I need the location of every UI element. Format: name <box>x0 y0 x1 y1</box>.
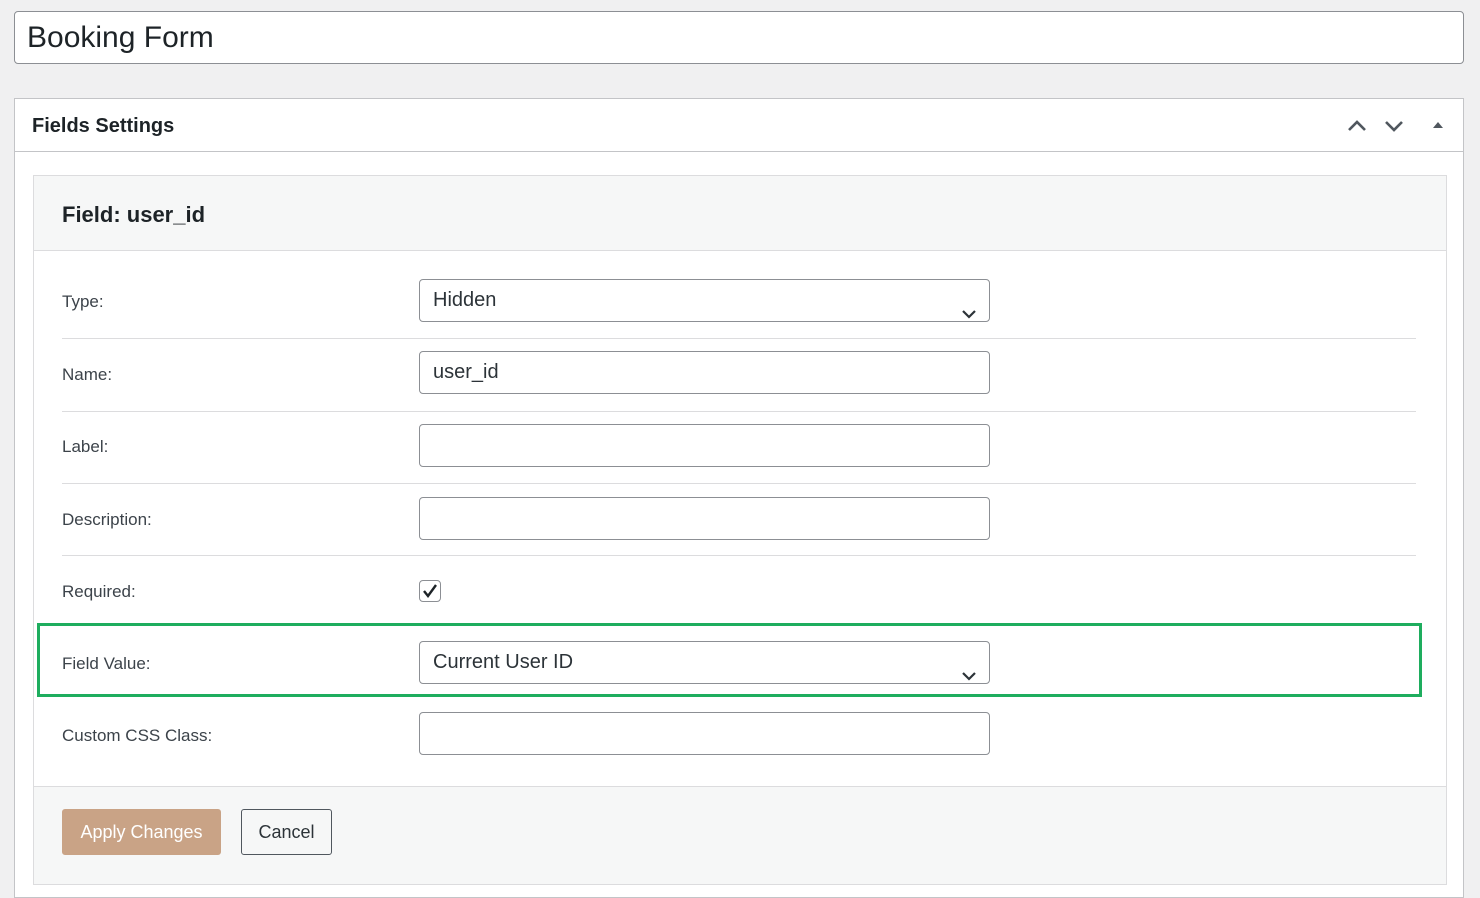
name-input[interactable]: user_id <box>419 351 990 394</box>
required-label: Required: <box>62 582 136 601</box>
field-value-row: Field Value: Current User ID <box>62 628 1416 700</box>
apply-changes-button[interactable]: Apply Changes <box>62 809 221 855</box>
required-checkbox[interactable] <box>419 580 441 602</box>
field-value-select-value: Current User ID <box>433 651 574 673</box>
field-editor-footer: Apply Changes Cancel <box>34 786 1446 884</box>
cancel-button[interactable]: Cancel <box>241 809 332 855</box>
label-label: Label: <box>62 437 109 456</box>
type-select[interactable]: Hidden <box>419 279 990 322</box>
custom-css-row: Custom CSS Class: <box>62 700 1416 772</box>
field-editor-header: Field: user_id <box>34 176 1446 251</box>
panel-title: Fields Settings <box>32 115 175 137</box>
required-row: Required: <box>62 556 1416 628</box>
type-row: Type: Hidden <box>62 267 1416 339</box>
panel-header: Fields Settings <box>15 99 1463 152</box>
chevron-down-icon <box>961 294 977 335</box>
field-value-select[interactable]: Current User ID <box>419 641 990 684</box>
move-up-icon[interactable] <box>1344 113 1370 139</box>
custom-css-label: Custom CSS Class: <box>62 726 213 745</box>
name-label: Name: <box>62 365 113 384</box>
field-editor: Field: user_id Type: Hidden Name: user_i… <box>33 175 1447 885</box>
field-editor-heading: Field: user_id <box>62 202 206 227</box>
custom-css-input[interactable] <box>419 712 990 755</box>
description-input[interactable] <box>419 497 990 540</box>
chevron-down-icon <box>961 656 977 697</box>
description-label: Description: <box>62 510 152 529</box>
move-down-icon[interactable] <box>1381 113 1407 139</box>
fields-settings-panel: Fields Settings Field: user_id Type: Hid… <box>14 98 1464 898</box>
label-input[interactable] <box>419 424 990 467</box>
checkmark-icon <box>423 584 437 598</box>
type-select-value: Hidden <box>433 289 497 311</box>
field-value-label: Field Value: <box>62 654 151 673</box>
type-label: Type: <box>62 292 104 311</box>
label-row: Label: <box>62 412 1416 484</box>
toggle-panel-icon[interactable] <box>1425 113 1451 139</box>
description-row: Description: <box>62 484 1416 556</box>
form-title-input[interactable]: Booking Form <box>14 11 1464 64</box>
name-row: Name: user_id <box>62 339 1416 412</box>
